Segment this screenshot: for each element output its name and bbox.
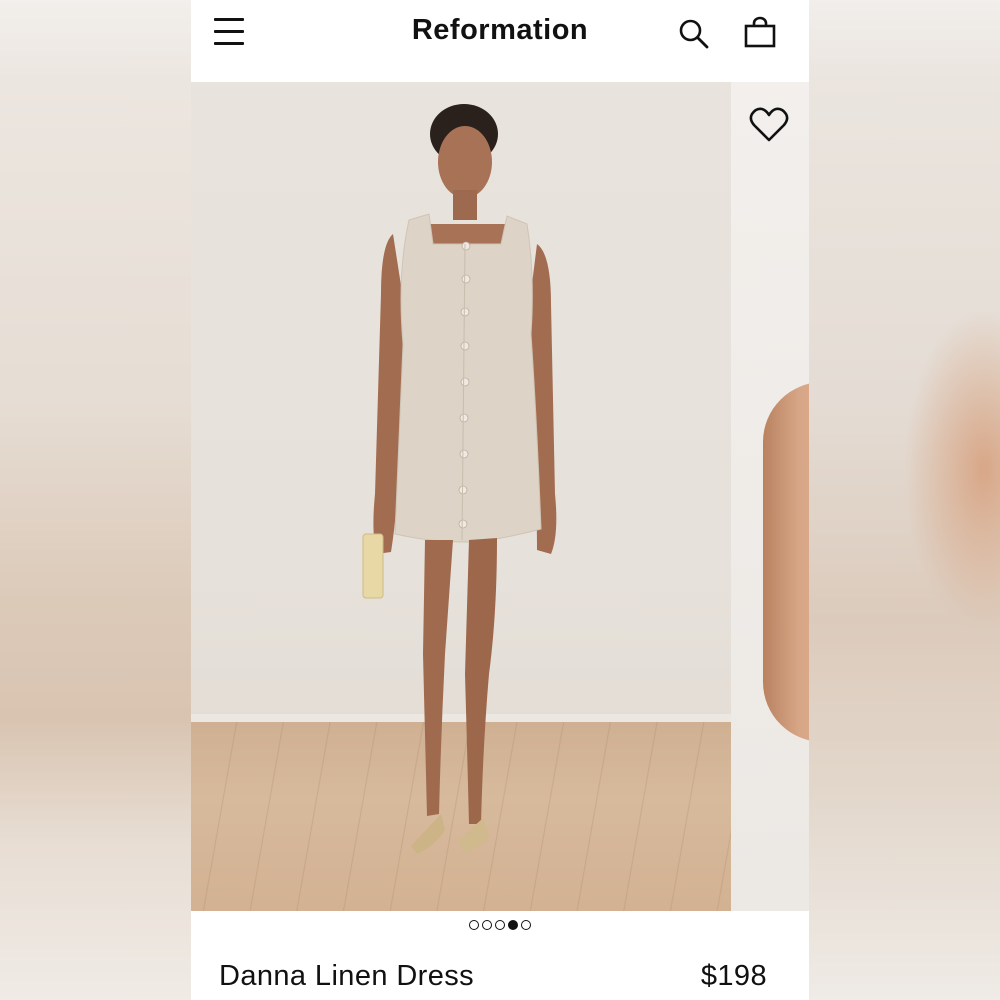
- app-screen: Reformation Danna Linen Dress $198: [191, 0, 809, 1000]
- background-blur-left: [0, 0, 191, 1000]
- carousel-dot-active[interactable]: [508, 920, 518, 930]
- product-image-carousel[interactable]: [191, 82, 809, 911]
- carousel-dot[interactable]: [482, 920, 492, 930]
- next-product-photo-peek[interactable]: [731, 82, 809, 911]
- product-photo: [191, 82, 731, 911]
- next-photo-content: [763, 382, 809, 742]
- carousel-dot[interactable]: [495, 920, 505, 930]
- product-price: $198: [700, 960, 767, 992]
- model-wearing-dress: [362, 104, 557, 854]
- carousel-dot[interactable]: [469, 920, 479, 930]
- heart-outline-icon[interactable]: [749, 106, 789, 144]
- background-blur-right: [809, 0, 1000, 1000]
- shopping-bag-icon[interactable]: [743, 16, 777, 50]
- brand-logo[interactable]: Reformation: [191, 14, 809, 47]
- product-name[interactable]: Danna Linen Dress: [219, 960, 474, 993]
- top-nav-bar: Reformation: [191, 0, 809, 82]
- carousel-dot[interactable]: [521, 920, 531, 930]
- search-icon[interactable]: [678, 18, 710, 50]
- carousel-pagination: [191, 920, 809, 936]
